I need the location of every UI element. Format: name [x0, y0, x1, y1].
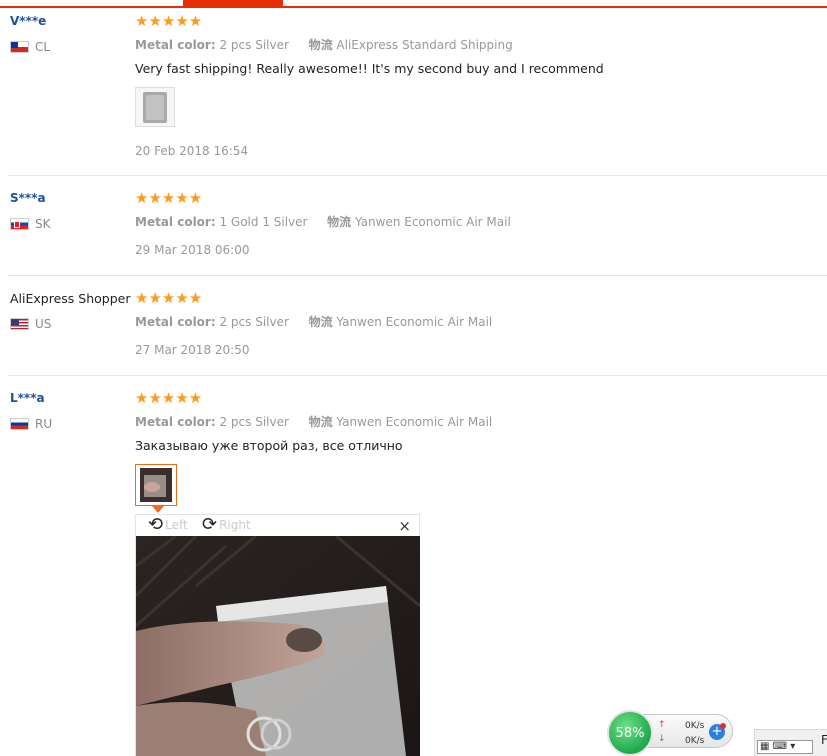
shipping-label: 物流 — [308, 38, 333, 52]
upload-arrow-icon: ↑ — [658, 720, 666, 730]
flag-cl-icon — [10, 41, 29, 53]
star-rating: ★★★★★ — [135, 12, 203, 30]
flag-sk-icon — [10, 218, 29, 230]
country-code: SK — [35, 217, 51, 231]
shipping-label: 物流 — [308, 315, 333, 329]
upload-speed: 0K/s — [685, 721, 705, 731]
buyer-name[interactable]: L***a — [10, 391, 45, 405]
shipping-value: Yanwen Economic Air Mail — [336, 415, 493, 429]
review-text: Заказываю уже второй раз, все отлично — [135, 438, 403, 453]
shipping-label: 物流 — [308, 415, 333, 429]
system-tray: ▦ ⌨ ▾ F — [754, 729, 827, 756]
memory-usage-indicator[interactable]: 58% — [607, 710, 653, 756]
rotate-right-label: Right — [219, 518, 251, 532]
country-code: RU — [35, 417, 53, 431]
metal-color-value: 2 pcs Silver — [219, 315, 289, 329]
tray-letter[interactable]: F — [821, 733, 827, 747]
metal-color-label: Metal color: — [135, 215, 216, 229]
top-tab-bar — [0, 0, 827, 8]
download-speed: 0K/s — [685, 736, 705, 746]
review-date: 29 Mar 2018 06:00 — [135, 243, 250, 257]
network-monitor-widget[interactable]: 58% ↑ ↓ 0K/s 0K/s + — [607, 710, 735, 756]
shipping-value: AliExpress Standard Shipping — [336, 38, 513, 52]
rotate-left-icon: ⟲ — [148, 514, 164, 535]
metal-color-label: Metal color: — [135, 315, 216, 329]
metal-color-value: 2 pcs Silver — [219, 415, 289, 429]
review-item: V***e CL ★★★★★ Metal color: 2 pcs Silver… — [8, 10, 827, 176]
buyer-name[interactable]: S***a — [10, 191, 46, 205]
review-photo-thumbnail[interactable] — [135, 464, 177, 506]
star-rating: ★★★★★ — [135, 389, 203, 407]
review-photo-thumbnail[interactable] — [135, 87, 175, 127]
buyer-country: SK — [10, 217, 51, 231]
rotate-right-button[interactable]: ⟳ Right — [202, 514, 251, 535]
thumbnail-pointer-icon — [152, 506, 164, 513]
buyer-country: US — [10, 317, 51, 331]
shipping-value: Yanwen Economic Air Mail — [336, 315, 493, 329]
metal-color-value: 1 Gold 1 Silver — [219, 215, 308, 229]
notification-dot — [720, 723, 726, 729]
buyer-name: AliExpress Shopper — [10, 291, 131, 306]
keyboard-icon[interactable]: ▦ ⌨ ▾ — [757, 740, 813, 754]
tab-underline — [0, 6, 827, 8]
country-code: CL — [35, 40, 51, 54]
download-arrow-icon: ↓ — [658, 734, 666, 744]
buyer-country: RU — [10, 417, 52, 431]
close-icon[interactable]: × — [398, 517, 411, 535]
rotate-left-button[interactable]: ⟲ Left — [148, 514, 188, 535]
shipping-value: Yanwen Economic Air Mail — [354, 215, 511, 229]
buyer-country: CL — [10, 40, 50, 54]
image-viewer: ⟲ Left ⟳ Right × — [135, 514, 420, 756]
viewer-toolbar: ⟲ Left ⟳ Right × — [136, 514, 421, 536]
review-text: Very fast shipping! Really awesome!! It'… — [135, 61, 604, 76]
active-tab-indicator[interactable] — [183, 0, 283, 8]
review-item: S***a SK ★★★★★ Metal color: 1 Gold 1 Sil… — [8, 175, 827, 276]
metal-color-value: 2 pcs Silver — [219, 38, 289, 52]
flag-us-icon — [10, 318, 29, 330]
review-meta: Metal color: 2 pcs Silver 物流 Yanwen Econ… — [135, 413, 492, 430]
review-meta: Metal color: 2 pcs Silver 物流 Yanwen Econ… — [135, 313, 492, 330]
review-meta: Metal color: 2 pcs Silver 物流 AliExpress … — [135, 36, 513, 53]
star-rating: ★★★★★ — [135, 289, 203, 307]
review-photo-large — [136, 536, 420, 756]
country-code: US — [35, 317, 52, 331]
metal-color-label: Metal color: — [135, 415, 216, 429]
review-item: AliExpress Shopper US ★★★★★ Metal color:… — [8, 275, 827, 376]
star-rating: ★★★★★ — [135, 189, 203, 207]
rotate-right-icon: ⟳ — [202, 514, 218, 535]
review-meta: Metal color: 1 Gold 1 Silver 物流 Yanwen E… — [135, 213, 511, 230]
review-date: 20 Feb 2018 16:54 — [135, 144, 249, 158]
flag-ru-icon — [10, 418, 29, 430]
buyer-name[interactable]: V***e — [10, 14, 46, 28]
review-date: 27 Mar 2018 20:50 — [135, 343, 250, 357]
metal-color-label: Metal color: — [135, 38, 216, 52]
rotate-left-label: Left — [165, 518, 188, 532]
shipping-label: 物流 — [327, 215, 352, 229]
